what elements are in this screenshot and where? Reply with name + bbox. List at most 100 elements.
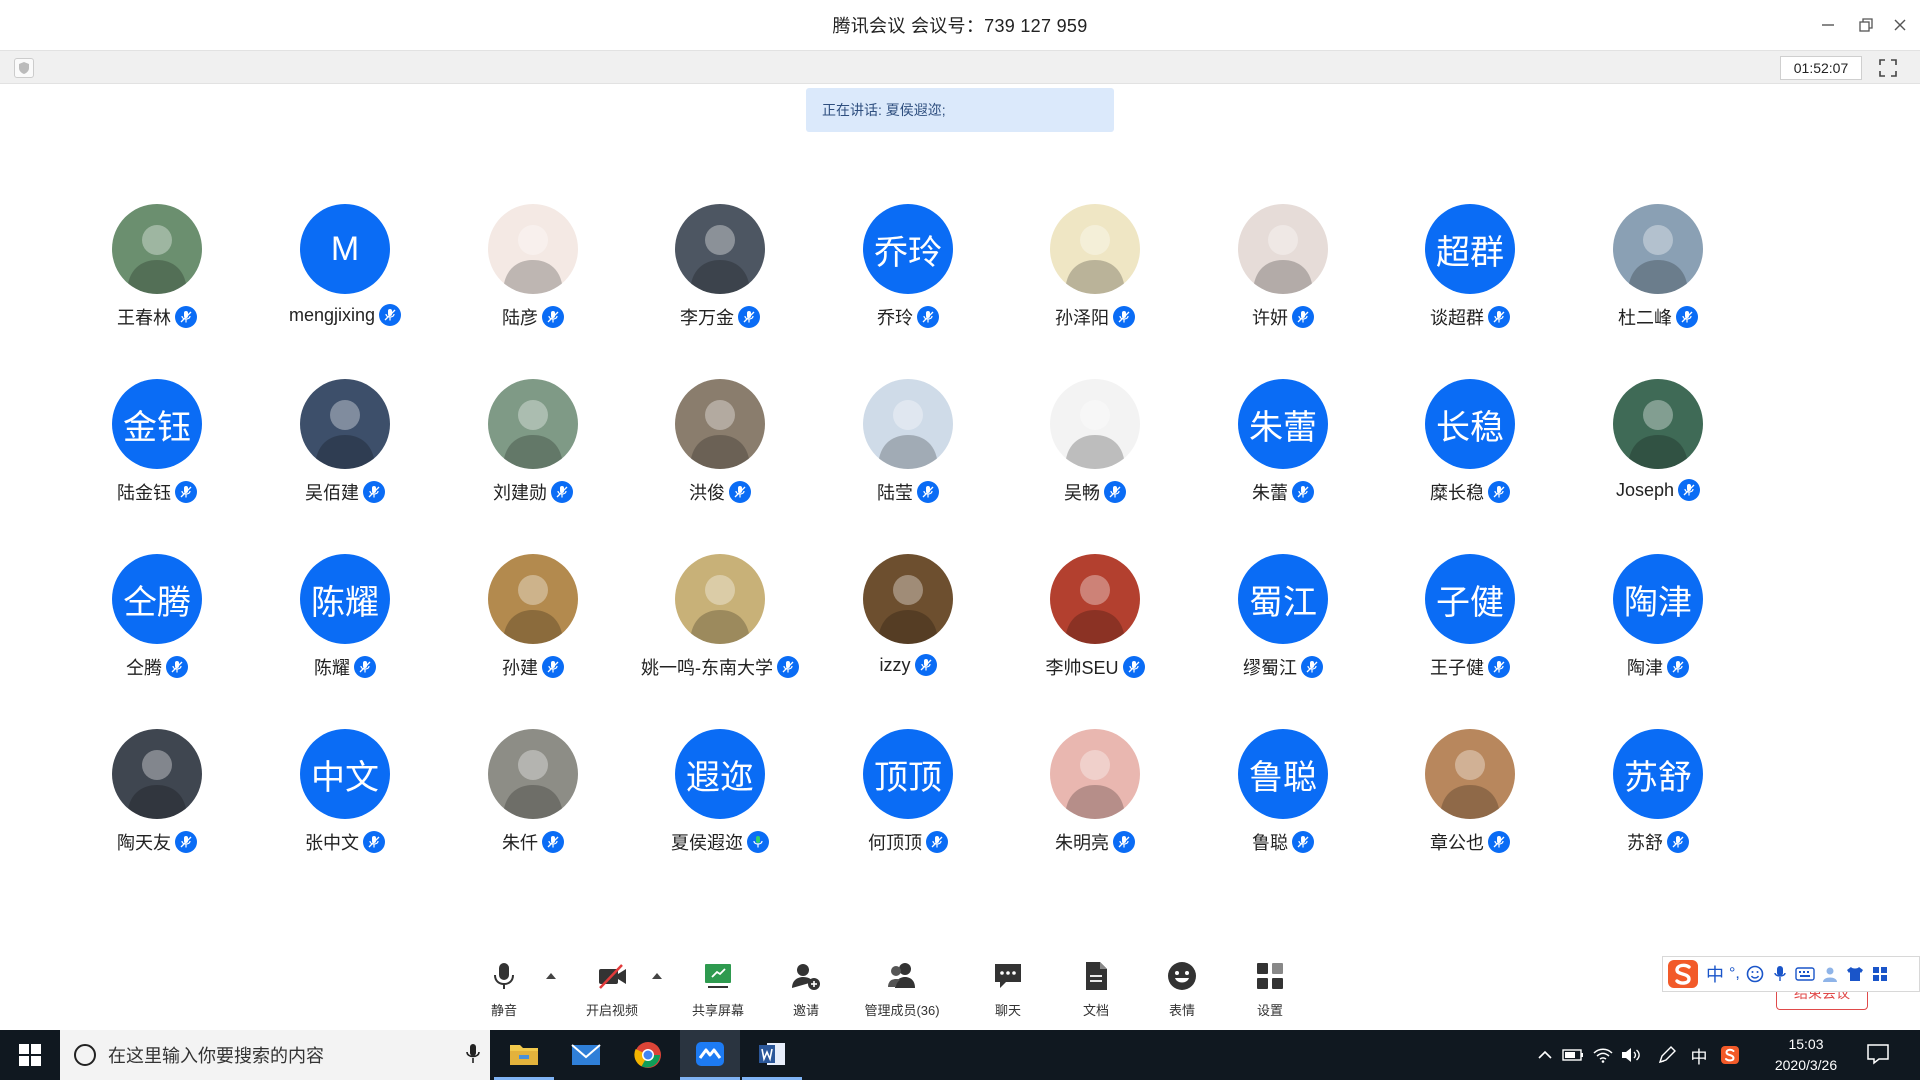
participant-avatar: 朱蕾 — [1238, 379, 1328, 469]
participant-tile[interactable]: 子健 王子健 — [1385, 550, 1555, 700]
battery-icon — [1562, 1049, 1583, 1061]
emoji-button[interactable]: 表情 — [1160, 958, 1204, 1028]
participant-name-row: 乔玲 — [823, 304, 993, 330]
participant-tile[interactable]: 陶天友 — [72, 725, 242, 875]
mic-status-icon — [363, 831, 385, 853]
participant-tile[interactable]: 朱蕾 朱蕾 — [1198, 375, 1368, 525]
avatar-initials: 蜀江 — [1249, 583, 1317, 622]
participant-tile[interactable]: izzy — [823, 550, 993, 700]
tencent-meeting-taskbar-button[interactable] — [680, 1030, 740, 1080]
participant-tile[interactable]: 中文 张中文 — [260, 725, 430, 875]
participant-tile[interactable]: 长稳 糜长稳 — [1385, 375, 1555, 525]
manage-members-button[interactable]: 管理成员(36) — [862, 958, 942, 1028]
pen-tray-button[interactable] — [1654, 1030, 1680, 1080]
ime-keyboard-icon[interactable] — [1795, 964, 1815, 984]
minimize-button[interactable] — [1808, 0, 1848, 50]
participant-tile[interactable]: 李帅SEU — [1010, 550, 1180, 700]
ime-toolbar: 中 °, — [1662, 956, 1920, 992]
participant-tile[interactable]: 陆彦 — [448, 200, 618, 350]
participant-tile[interactable]: 刘建勋 — [448, 375, 618, 525]
participant-avatar: 陈耀 — [300, 554, 390, 644]
input-language-indicator[interactable]: 中 — [1686, 1030, 1712, 1080]
participant-tile[interactable]: 章公也 — [1385, 725, 1555, 875]
ime-toolbox-icon[interactable] — [1870, 964, 1890, 984]
participant-tile[interactable]: 鲁聪 鲁聪 — [1198, 725, 1368, 875]
smiley-icon — [1168, 962, 1196, 990]
participant-name-row: 吴佰建 — [260, 479, 430, 505]
participant-tile[interactable]: Joseph — [1573, 375, 1743, 525]
invite-button[interactable]: 邀请 — [784, 958, 828, 1028]
participant-tile[interactable]: 洪俊 — [635, 375, 805, 525]
wifi-tray-button[interactable] — [1590, 1030, 1616, 1080]
pen-icon — [1658, 1046, 1676, 1064]
participant-avatar — [112, 729, 202, 819]
participant-tile[interactable]: 许妍 — [1198, 200, 1368, 350]
participant-tile[interactable]: 李万金 — [635, 200, 805, 350]
security-button[interactable] — [14, 58, 34, 78]
video-options-caret[interactable] — [650, 968, 664, 982]
participant-tile[interactable]: 超群 谈超群 — [1385, 200, 1555, 350]
chat-button[interactable]: 聊天 — [986, 958, 1030, 1028]
participant-tile[interactable]: 吴畅 — [1010, 375, 1180, 525]
audio-options-caret[interactable] — [544, 968, 558, 982]
participant-tile[interactable]: 孙建 — [448, 550, 618, 700]
file-explorer-taskbar-button[interactable] — [494, 1030, 554, 1080]
share-screen-button[interactable]: 共享屏幕 — [688, 958, 748, 1028]
participant-avatar — [1050, 554, 1140, 644]
participant-tile[interactable]: 陆莹 — [823, 375, 993, 525]
fullscreen-button[interactable] — [1876, 57, 1900, 79]
participant-avatar: 子健 — [1425, 554, 1515, 644]
share-label: 共享屏幕 — [691, 1003, 744, 1018]
participant-name-row: 许妍 — [1198, 304, 1368, 330]
sogou-tray-button[interactable] — [1716, 1030, 1744, 1080]
ime-skin-icon[interactable] — [1845, 964, 1865, 984]
members-label: 管理成员(36) — [864, 1003, 940, 1018]
participant-tile[interactable]: 遐迩 夏侯遐迩 — [635, 725, 805, 875]
participant-avatar: 长稳 — [1425, 379, 1515, 469]
start-video-button[interactable]: 开启视频 — [580, 958, 644, 1028]
ime-user-icon[interactable] — [1820, 964, 1840, 984]
battery-tray-button[interactable] — [1560, 1030, 1586, 1080]
taskbar-clock[interactable]: 15:03 2020/3/26 — [1756, 1034, 1856, 1076]
ime-mode[interactable]: 中 — [1706, 961, 1724, 987]
chrome-taskbar-button[interactable] — [618, 1030, 678, 1080]
video-label: 开启视频 — [585, 1003, 638, 1018]
action-center-button[interactable] — [1866, 1042, 1890, 1071]
word-taskbar-button[interactable] — [742, 1030, 802, 1080]
close-button[interactable] — [1880, 0, 1920, 50]
ime-punctuation[interactable]: °, — [1729, 965, 1740, 983]
ime-emoji-icon[interactable] — [1745, 964, 1765, 984]
participant-tile[interactable]: 朱仟 — [448, 725, 618, 875]
participant-tile[interactable]: 朱明亮 — [1010, 725, 1180, 875]
participant-tile[interactable]: 苏舒 苏舒 — [1573, 725, 1743, 875]
mic-status-icon — [1292, 481, 1314, 503]
ime-voice-icon[interactable] — [1770, 964, 1790, 984]
participant-tile[interactable]: 杜二峰 — [1573, 200, 1743, 350]
participant-tile[interactable]: 姚一鸣-东南大学 — [635, 550, 805, 700]
meeting-info-bar: 01:52:07 — [0, 50, 1920, 84]
participant-tile[interactable]: 陈耀 陈耀 — [260, 550, 430, 700]
participant-tile[interactable]: 陶津 陶津 — [1573, 550, 1743, 700]
taskbar-search-box[interactable]: 在这里输入你要搜索的内容 — [60, 1030, 490, 1080]
participant-tile[interactable]: Mmengjixing — [260, 200, 430, 350]
docs-button[interactable]: 文档 — [1074, 958, 1118, 1028]
participant-tile[interactable]: 仝腾 仝腾 — [72, 550, 242, 700]
start-button[interactable] — [0, 1030, 60, 1080]
settings-button[interactable]: 设置 — [1248, 958, 1292, 1028]
participant-tile[interactable]: 王春林 — [72, 200, 242, 350]
mail-taskbar-button[interactable] — [556, 1030, 616, 1080]
clock-date: 2020/3/26 — [1774, 1057, 1838, 1073]
mute-button[interactable]: 静音 — [482, 958, 526, 1028]
participant-name-row: 谈超群 — [1385, 304, 1555, 330]
windows-taskbar: 在这里输入你要搜索的内容 中 15:03 2020/3/26 — [0, 1030, 1920, 1080]
person-silhouette-icon — [127, 225, 187, 294]
participant-tile[interactable]: 孙泽阳 — [1010, 200, 1180, 350]
participant-tile[interactable]: 顶顶 何顶顶 — [823, 725, 993, 875]
volume-tray-button[interactable] — [1618, 1030, 1644, 1080]
show-hidden-icons-button[interactable] — [1534, 1030, 1556, 1080]
mic-status-icon — [1678, 479, 1701, 501]
participant-tile[interactable]: 乔玲 乔玲 — [823, 200, 993, 350]
participant-tile[interactable]: 金钰 陆金钰 — [72, 375, 242, 525]
participant-tile[interactable]: 吴佰建 — [260, 375, 430, 525]
participant-tile[interactable]: 蜀江 缪蜀江 — [1198, 550, 1368, 700]
